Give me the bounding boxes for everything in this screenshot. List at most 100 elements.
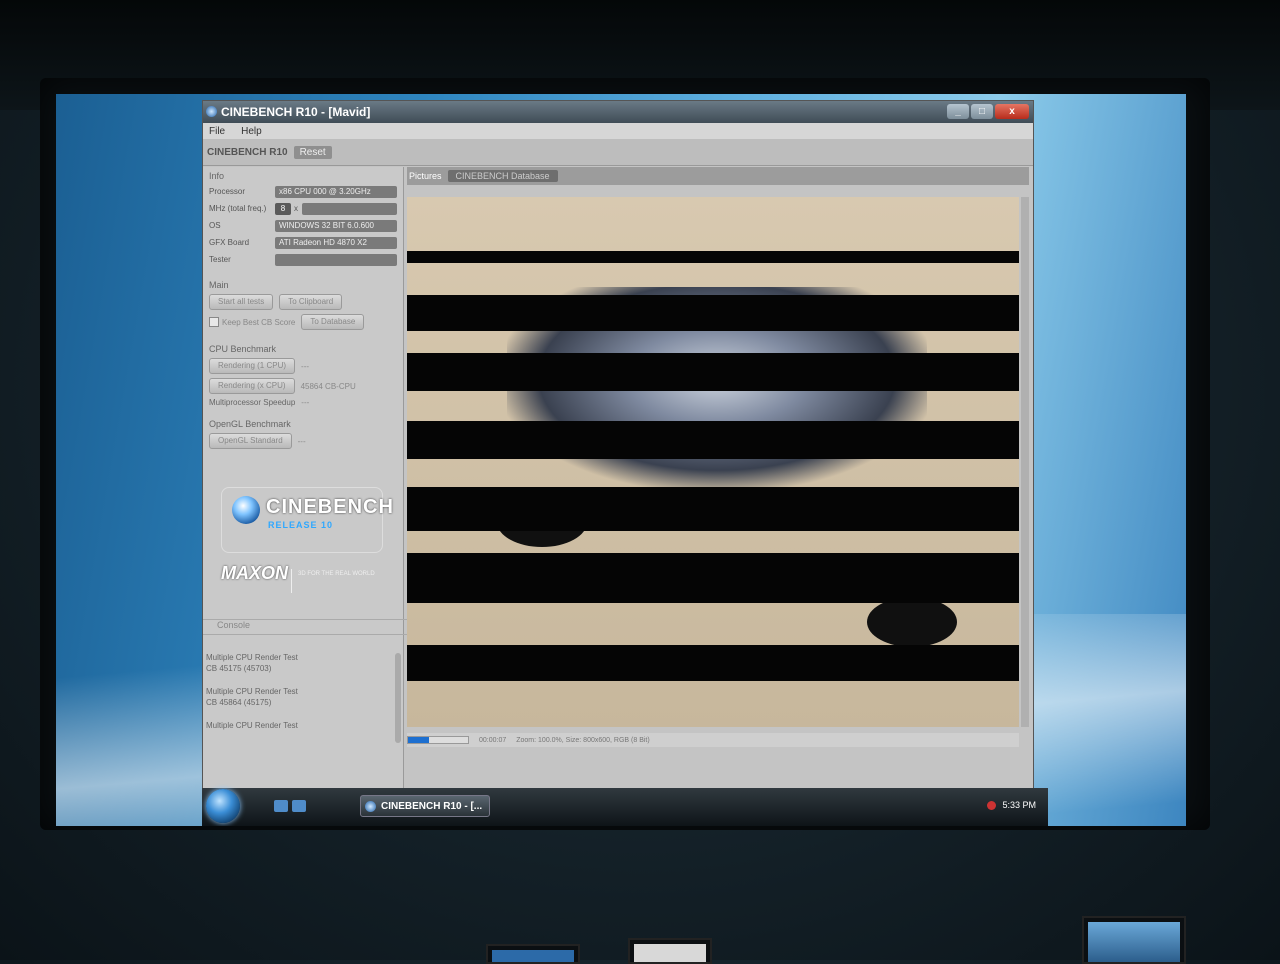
main-row-2: Keep Best CB Score To Database (203, 312, 403, 332)
render-progress-bar (407, 736, 469, 744)
processor-field[interactable]: x86 CPU 000 @ 3.20GHz (275, 185, 397, 198)
main-row-1: Start all tests To Clipboard (203, 292, 403, 312)
maxon-logo: MAXON (221, 563, 288, 583)
start-button[interactable] (206, 789, 240, 823)
speedup-label: Multiprocessor Speedup (209, 398, 296, 407)
console-heading[interactable]: Console (203, 619, 417, 635)
menu-file[interactable]: File (209, 126, 225, 137)
os-row: OS WINDOWS 32 BIT 6.0.600 (203, 217, 403, 234)
main-heading: Main (209, 280, 229, 290)
foreground-monitor-left (486, 944, 580, 964)
render-unfinished-row (407, 353, 1019, 391)
cpu-row-2: Rendering (x CPU) 45864 CB-CPU (203, 376, 403, 396)
cpu-row-1: Rendering (1 CPU) --- (203, 356, 403, 376)
render-unfinished-row (407, 251, 1019, 263)
console-line: Multiple CPU Render Test (206, 687, 298, 696)
maxon-tagline: 3D FOR THE REAL WORLD (291, 569, 375, 593)
tester-label: Tester (209, 255, 231, 264)
to-database-button[interactable]: To Database (301, 314, 365, 330)
checkbox-box[interactable] (209, 317, 219, 327)
tester-field[interactable] (275, 253, 397, 266)
opengl-standard-result: --- (297, 436, 306, 446)
mhz-separator: x (294, 204, 298, 213)
console-log: Multiple CPU Render Test CB 45175 (45703… (203, 653, 394, 753)
to-clipboard-button[interactable]: To Clipboard (279, 294, 343, 310)
rendering-1cpu-result: --- (301, 361, 310, 371)
window-controls: _ □ x (947, 104, 1029, 119)
render-progress-fill (408, 737, 429, 743)
console-line: CB 45864 (45175) (206, 698, 272, 707)
render-wheel-rear (867, 597, 957, 647)
maximize-button[interactable]: □ (971, 104, 993, 119)
cinebench-window: CINEBENCH R10 - [Mavid] _ □ x File Help … (202, 100, 1034, 802)
render-unfinished-row (407, 553, 1019, 603)
close-button[interactable]: x (995, 104, 1029, 119)
tray-clock[interactable]: 5:33 PM (1002, 800, 1036, 810)
foreground-monitor-right (1082, 916, 1186, 964)
opengl-standard-button[interactable]: OpenGL Standard (209, 433, 292, 449)
rendering-xcpu-button[interactable]: Rendering (x CPU) (209, 378, 295, 394)
processor-row: Processor x86 CPU 000 @ 3.20GHz (203, 183, 403, 200)
console-line: Multiple CPU Render Test (206, 721, 298, 730)
system-tray: 5:33 PM (987, 800, 1036, 810)
keep-best-label: Keep Best CB Score (222, 317, 296, 327)
console-line: Multiple CPU Render Test (206, 653, 298, 662)
console-scrollbar[interactable] (395, 653, 401, 743)
pictures-label: Pictures (409, 171, 442, 181)
foreground-monitor-center (628, 938, 712, 964)
taskbar: CINEBENCH R10 - [... 5:33 PM (202, 788, 1048, 826)
cinebench-task-icon (365, 801, 376, 812)
tray-network-icon[interactable] (987, 800, 997, 810)
keep-best-checkbox[interactable]: Keep Best CB Score (209, 317, 295, 327)
desktop: CINEBENCH R10 - [Mavid] _ □ x File Help … (56, 94, 1186, 826)
cinebench-logo: CINEBENCH RELEASE 10 (221, 487, 393, 553)
cinebench-ball-icon (232, 496, 260, 524)
taskbar-cinebench-label: CINEBENCH R10 - [... (381, 801, 483, 812)
mhz-row: MHz (total freq.) 8 x (203, 200, 403, 217)
rendering-1cpu-button[interactable]: Rendering (1 CPU) (209, 358, 296, 374)
gfx-label: GFX Board (209, 238, 250, 247)
pictures-bar: Pictures CINEBENCH Database (407, 167, 1029, 185)
opengl-row: OpenGL Standard --- (203, 431, 403, 451)
window-titlebar[interactable]: CINEBENCH R10 - [Mavid] _ □ x (203, 101, 1033, 123)
quick-launch-desktop-icon[interactable] (274, 800, 288, 812)
os-label: OS (209, 221, 221, 230)
toolbar: CINEBENCH R10 Reset (203, 139, 1033, 166)
status-zoom: Zoom: 100.0%, Size: 800x600, RGB (8 Bit) (516, 736, 650, 744)
minimize-button[interactable]: _ (947, 104, 969, 119)
cinebench-app-icon (206, 106, 217, 117)
render-unfinished-row (407, 421, 1019, 459)
mhz-field[interactable] (302, 202, 397, 215)
gfx-row: GFX Board ATI Radeon HD 4870 X2 (203, 234, 403, 251)
left-panel: Info Processor x86 CPU 000 @ 3.20GHz MHz… (203, 167, 417, 799)
window-title: CINEBENCH R10 - [Mavid] (221, 105, 371, 119)
status-time: 00:00:07 (479, 736, 507, 744)
pictures-select[interactable]: CINEBENCH Database (447, 170, 558, 182)
taskbar-cinebench-button[interactable]: CINEBENCH R10 - [... (360, 795, 490, 817)
menu-help[interactable]: Help (241, 126, 262, 137)
mhz-label: MHz (total freq.) (209, 204, 267, 213)
status-bar: 00:00:07 Zoom: 100.0%, Size: 800x600, RG… (407, 733, 1019, 747)
render-scrollbar[interactable] (1021, 197, 1029, 727)
render-unfinished-row (407, 487, 1019, 531)
quick-launch-switch-icon[interactable] (292, 800, 306, 812)
toolbar-label: CINEBENCH R10 (207, 146, 288, 158)
toolbar-reset-button[interactable]: Reset (293, 145, 332, 159)
gfx-field[interactable]: ATI Radeon HD 4870 X2 (275, 236, 397, 249)
right-panel: Pictures CINEBENCH Database 00:00:07 Zoo… (407, 167, 1029, 799)
cinebench-logo-text: CINEBENCH (266, 496, 394, 518)
start-all-tests-button[interactable]: Start all tests (209, 294, 274, 310)
console-line: CB 45175 (45703) (206, 664, 272, 673)
opengl-benchmark-heading: OpenGL Benchmark (209, 419, 291, 429)
tester-row: Tester (203, 251, 403, 268)
cinebench-release-text: RELEASE 10 (268, 520, 334, 530)
cpu-row-3: Multiprocessor Speedup --- (203, 396, 403, 409)
menubar: File Help (203, 123, 1033, 139)
render-unfinished-row (407, 645, 1019, 681)
rendering-xcpu-result: 45864 CB-CPU (300, 381, 356, 391)
render-viewport (407, 197, 1019, 727)
cpu-benchmark-heading: CPU Benchmark (209, 344, 277, 354)
os-field[interactable]: WINDOWS 32 BIT 6.0.600 (275, 219, 397, 232)
mhz-count-field[interactable]: 8 (275, 202, 291, 215)
speedup-result: --- (301, 398, 310, 407)
